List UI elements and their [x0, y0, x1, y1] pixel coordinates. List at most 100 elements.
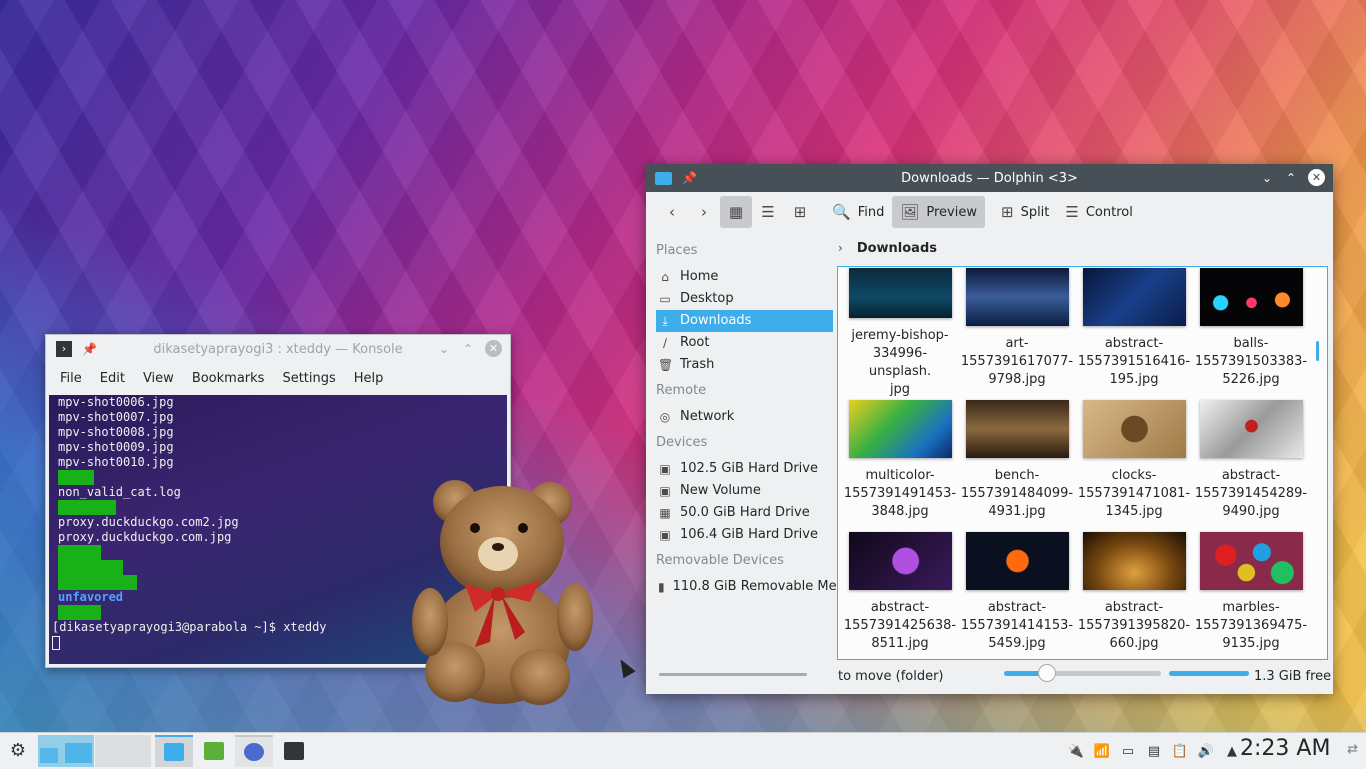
zoom-slider-handle[interactable]: [1038, 664, 1056, 682]
usb-icon[interactable]: 🔌: [1067, 744, 1085, 759]
expand-tray-icon[interactable]: ▲: [1223, 744, 1241, 759]
zoom-slider[interactable]: [1004, 664, 1161, 682]
file-name-line: 1557391414153-: [960, 618, 1074, 633]
konsole-app-icon[interactable]: ›: [56, 341, 72, 357]
file-item[interactable]: jeremy-bishop- 334996-unsplash. jpg: [842, 267, 958, 399]
pin-icon[interactable]: 📌: [82, 342, 97, 356]
places-scrollbar[interactable]: [659, 673, 807, 676]
places-item-102-5-gib-hard-drive[interactable]: ▣ 102.5 GiB Hard Drive: [646, 458, 836, 480]
places-item-network[interactable]: ◎ Network: [646, 406, 836, 428]
find-button[interactable]: 🔍 Find: [824, 196, 892, 228]
places-panel: Places ⌂ Home ▭ Desktop ⤓ Downloads ∕ Root 🗑 Trash…: [646, 236, 836, 660]
menu-settings[interactable]: Settings: [276, 371, 347, 386]
panel-settings-icon[interactable]: ⇄: [1347, 742, 1358, 757]
dolphin-titlebar[interactable]: 📌 Downloads — Dolphin <3> ⌄ ⌃ ✕: [646, 164, 1333, 192]
menu-bookmarks[interactable]: Bookmarks: [186, 371, 277, 386]
file-thumbnail[interactable]: [1082, 532, 1186, 590]
xteddy-bear[interactable]: [405, 472, 600, 707]
file-name-line: 1557391369475-: [1194, 618, 1308, 633]
file-thumbnail[interactable]: [1199, 268, 1303, 326]
minimize-button[interactable]: ⌄: [437, 342, 451, 356]
file-thumbnail[interactable]: [965, 532, 1069, 590]
places-item-106-4-gib-hard-drive[interactable]: ▣ 106.4 GiB Hard Drive: [646, 524, 836, 546]
details-view-button[interactable]: ⊞: [784, 196, 816, 228]
places-item-110-8-gib-removable-media[interactable]: ▮ 110.8 GiB Removable Media: [646, 576, 836, 598]
close-button[interactable]: ✕: [485, 340, 502, 357]
file-item[interactable]: abstract- 1557391425638- 8511.jpg: [842, 531, 958, 659]
browser-task[interactable]: [235, 735, 273, 767]
close-button[interactable]: ✕: [1308, 169, 1325, 186]
wifi-icon[interactable]: 📶: [1093, 744, 1111, 759]
places-item-50-0-gib-hard-drive[interactable]: ▦ 50.0 GiB Hard Drive: [646, 502, 836, 524]
preview-button[interactable]: 🖼 Preview: [892, 196, 985, 228]
places-item-home[interactable]: ⌂ Home: [646, 266, 836, 288]
konsole-icon: [284, 742, 304, 760]
application-launcher[interactable]: ⚙: [6, 739, 30, 763]
menu-view[interactable]: View: [137, 371, 186, 386]
volume-icon[interactable]: 🔊: [1197, 744, 1215, 759]
file-thumbnail[interactable]: [848, 532, 952, 590]
breadcrumb-current[interactable]: Downloads: [857, 241, 937, 256]
file-item[interactable]: abstract- 1557391454289- 9490.jpg: [1193, 399, 1309, 531]
file-item[interactable]: multicolor- 1557391491453- 3848.jpg: [842, 399, 958, 531]
battery-icon[interactable]: ▭: [1119, 744, 1137, 759]
maximize-button[interactable]: ⌃: [1284, 171, 1298, 185]
maximize-button[interactable]: ⌃: [461, 342, 475, 356]
clipboard-icon[interactable]: 📋: [1171, 744, 1189, 759]
file-name-line: abstract-: [870, 600, 930, 615]
file-item[interactable]: marbles- 1557391369475- 9135.jpg: [1193, 531, 1309, 659]
menu-help[interactable]: Help: [348, 371, 396, 386]
places-item-label: Root: [680, 335, 710, 350]
scrollbar[interactable]: [1316, 341, 1319, 361]
konsole-titlebar[interactable]: › 📌 dikasetyaprayogi3 : xteddy — Konsole…: [46, 335, 510, 363]
folder-icon[interactable]: [655, 171, 672, 185]
file-item[interactable]: art- 1557391617077- 9798.jpg: [959, 267, 1075, 399]
control-button[interactable]: ☰ Control: [1057, 196, 1140, 228]
file-view[interactable]: jeremy-bishop- 334996-unsplash. jpg art- 155…: [837, 266, 1328, 660]
terminal-line-text: music: [58, 470, 95, 485]
places-item-trash[interactable]: 🗑 Trash: [646, 354, 836, 376]
icons-view-button[interactable]: ▦: [720, 196, 752, 228]
file-thumbnail[interactable]: [848, 268, 952, 318]
places-item-root[interactable]: ∕ Root: [646, 332, 836, 354]
chevron-right-icon[interactable]: ›: [838, 241, 843, 255]
file-item[interactable]: abstract- 1557391414153- 5459.jpg: [959, 531, 1075, 659]
terminal-line-text: templates: [58, 560, 124, 575]
file-thumbnail[interactable]: [1082, 268, 1186, 326]
dolphin-window[interactable]: 📌 Downloads — Dolphin <3> ⌄ ⌃ ✕ ‹ › ▦ ☰ …: [646, 164, 1333, 694]
file-item[interactable]: bench- 1557391484099- 4931.jpg: [959, 399, 1075, 531]
menu-file[interactable]: File: [54, 371, 94, 386]
forward-button[interactable]: ›: [688, 196, 720, 228]
minimize-button[interactable]: ⌄: [1260, 171, 1274, 185]
pin-icon[interactable]: 📌: [682, 171, 697, 185]
file-thumbnail[interactable]: [965, 400, 1069, 458]
clock[interactable]: 2:23 AM: [1240, 736, 1330, 761]
file-thumbnail[interactable]: [1199, 400, 1303, 458]
back-button[interactable]: ‹: [656, 196, 688, 228]
downloads-icon: ⤓: [662, 314, 668, 328]
terminal-line: mpv-shot0008.jpg: [52, 425, 507, 440]
file-item[interactable]: clocks- 1557391471081- 1345.jpg: [1076, 399, 1192, 531]
places-item-downloads[interactable]: ⤓ Downloads: [656, 310, 833, 332]
compact-view-button[interactable]: ☰: [752, 196, 784, 228]
file-thumbnail[interactable]: [1082, 400, 1186, 458]
device-icon[interactable]: ▤: [1145, 744, 1163, 759]
file-item[interactable]: abstract- 1557391395820- 660.jpg: [1076, 531, 1192, 659]
file-thumbnail[interactable]: [848, 400, 952, 458]
file-name-line: 1557391617077-: [960, 354, 1074, 369]
file-thumbnail[interactable]: [965, 268, 1069, 326]
places-item-new-volume[interactable]: ▣ New Volume: [646, 480, 836, 502]
file-name-line: 1557391471081-: [1077, 486, 1191, 501]
dolphin-task[interactable]: [155, 735, 193, 767]
file-item[interactable]: balls- 1557391503383- 5226.jpg: [1193, 267, 1309, 399]
file-item[interactable]: abstract- 1557391516416- 195.jpg: [1076, 267, 1192, 399]
konsole-task[interactable]: [275, 735, 313, 767]
file-thumbnail[interactable]: [1199, 532, 1303, 590]
desktop-1[interactable]: [38, 735, 94, 767]
places-item-desktop[interactable]: ▭ Desktop: [646, 288, 836, 310]
desktop-2[interactable]: [95, 735, 151, 767]
menu-edit[interactable]: Edit: [94, 371, 137, 386]
virtual-desktop-pager[interactable]: [38, 735, 151, 767]
kde-connect-task[interactable]: [195, 735, 233, 767]
split-button[interactable]: ⊞ Split: [993, 196, 1057, 228]
